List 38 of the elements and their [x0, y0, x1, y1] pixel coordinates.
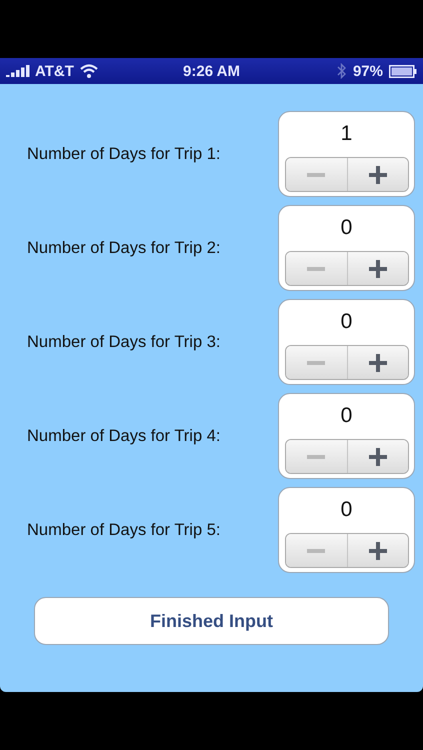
minus-icon: [307, 266, 325, 270]
trip-days-label: Number of Days for Trip 1:: [27, 144, 222, 164]
minus-icon: [307, 548, 325, 552]
days-value: 0: [340, 404, 352, 429]
wifi-icon: [78, 64, 99, 78]
days-value: 0: [340, 498, 352, 523]
trip-days-label: Number of Days for Trip 4:: [27, 426, 222, 446]
trip-days-label: Number of Days for Trip 3:: [27, 332, 222, 352]
increment-button[interactable]: [346, 252, 408, 285]
minus-icon: [307, 360, 325, 364]
stepper-control[interactable]: [284, 345, 408, 380]
increment-button[interactable]: [346, 158, 408, 191]
plus-icon: [368, 448, 386, 466]
minus-icon: [307, 172, 325, 176]
bluetooth-icon: [336, 63, 347, 79]
days-value: 0: [340, 310, 352, 335]
stepper-control[interactable]: [284, 157, 408, 192]
days-value: 1: [340, 122, 352, 147]
finished-input-button[interactable]: Finished Input: [34, 597, 389, 645]
plus-icon: [368, 542, 386, 560]
plus-icon: [368, 260, 386, 278]
trip-days-label: Number of Days for Trip 2:: [27, 238, 222, 258]
stepper-control[interactable]: [284, 251, 408, 286]
days-value: 0: [340, 216, 352, 241]
increment-button[interactable]: [346, 440, 408, 473]
increment-button[interactable]: [346, 534, 408, 567]
minus-icon: [307, 454, 325, 458]
carrier-name: AT&T: [35, 62, 74, 80]
battery-percent: 97%: [352, 62, 383, 80]
stepper-control[interactable]: [284, 439, 408, 474]
clock-time: 9:26 AM: [183, 62, 240, 80]
trip-days-label: Number of Days for Trip 5:: [27, 520, 222, 540]
increment-button[interactable]: [346, 346, 408, 379]
battery-icon: [389, 64, 417, 78]
plus-icon: [368, 354, 386, 372]
stepper-control[interactable]: [284, 533, 408, 568]
plus-icon: [368, 166, 386, 184]
signal-icon: [6, 65, 30, 77]
